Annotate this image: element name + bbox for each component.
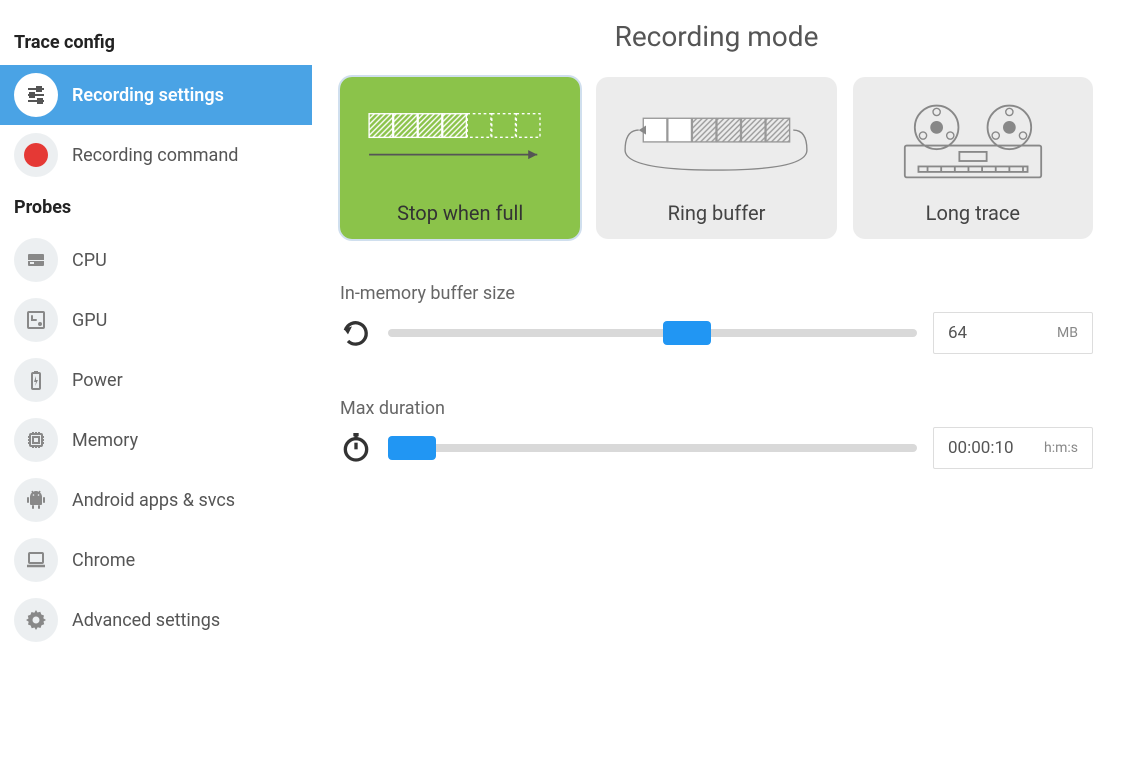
max-duration-unit: h:m:s	[1044, 440, 1078, 456]
sidebar-item-label: Power	[72, 370, 123, 391]
section-probes: Probes	[0, 185, 312, 230]
refresh-icon	[340, 317, 372, 349]
ring-buffer-icon	[608, 91, 824, 191]
max-duration-slider[interactable]	[388, 444, 917, 452]
sidebar-item-chrome[interactable]: Chrome	[0, 530, 312, 590]
main-content: Recording mode	[312, 0, 1121, 759]
buffer-size-section: In-memory buffer size 64 MB	[340, 283, 1093, 354]
gpu-icon	[14, 298, 58, 342]
laptop-icon	[14, 538, 58, 582]
record-icon	[14, 133, 58, 177]
sidebar-item-power[interactable]: Power	[0, 350, 312, 410]
android-icon	[14, 478, 58, 522]
buffer-size-unit: MB	[1057, 325, 1078, 341]
sidebar: Trace config Recording settings Recordin…	[0, 0, 312, 759]
tape-recorder-icon	[865, 91, 1081, 191]
mode-ring-buffer[interactable]: Ring buffer	[596, 77, 836, 239]
gear-icon	[14, 598, 58, 642]
sidebar-item-label: GPU	[72, 310, 107, 331]
buffer-size-input[interactable]: 64 MB	[933, 312, 1093, 354]
max-duration-value: 00:00:10	[948, 438, 1014, 458]
sidebar-item-android[interactable]: Android apps & svcs	[0, 470, 312, 530]
sidebar-item-advanced[interactable]: Advanced settings	[0, 590, 312, 650]
sidebar-item-recording-settings[interactable]: Recording settings	[0, 65, 312, 125]
memory-icon	[14, 418, 58, 462]
max-duration-input[interactable]: 00:00:10 h:m:s	[933, 427, 1093, 469]
buffer-size-label: In-memory buffer size	[340, 283, 1093, 304]
battery-icon	[14, 358, 58, 402]
sliders-icon	[14, 73, 58, 117]
recording-mode-cards: Stop when full	[340, 77, 1093, 239]
buffer-size-slider[interactable]	[388, 329, 917, 337]
sidebar-item-label: Recording settings	[72, 85, 224, 106]
sidebar-item-memory[interactable]: Memory	[0, 410, 312, 470]
section-trace-config: Trace config	[0, 20, 312, 65]
cpu-icon	[14, 238, 58, 282]
stop-when-full-icon	[352, 91, 568, 191]
sidebar-item-label: Memory	[72, 430, 138, 451]
max-duration-section: Max duration 00:00:10 h:m:s	[340, 398, 1093, 469]
page-title: Recording mode	[340, 20, 1093, 53]
sidebar-item-label: Chrome	[72, 550, 135, 571]
sidebar-item-gpu[interactable]: GPU	[0, 290, 312, 350]
mode-label: Stop when full	[397, 201, 523, 225]
sidebar-item-label: Recording command	[72, 145, 238, 166]
slider-thumb[interactable]	[663, 321, 711, 345]
sidebar-item-label: Advanced settings	[72, 610, 220, 631]
stopwatch-icon	[340, 432, 372, 464]
sidebar-item-cpu[interactable]: CPU	[0, 230, 312, 290]
sidebar-item-label: Android apps & svcs	[72, 490, 235, 511]
mode-long-trace[interactable]: Long trace	[853, 77, 1093, 239]
mode-label: Ring buffer	[668, 201, 766, 225]
slider-thumb[interactable]	[388, 436, 436, 460]
buffer-size-value: 64	[948, 323, 967, 343]
mode-label: Long trace	[926, 201, 1020, 225]
sidebar-item-label: CPU	[72, 250, 107, 271]
max-duration-label: Max duration	[340, 398, 1093, 419]
mode-stop-when-full[interactable]: Stop when full	[340, 77, 580, 239]
sidebar-item-recording-command[interactable]: Recording command	[0, 125, 312, 185]
